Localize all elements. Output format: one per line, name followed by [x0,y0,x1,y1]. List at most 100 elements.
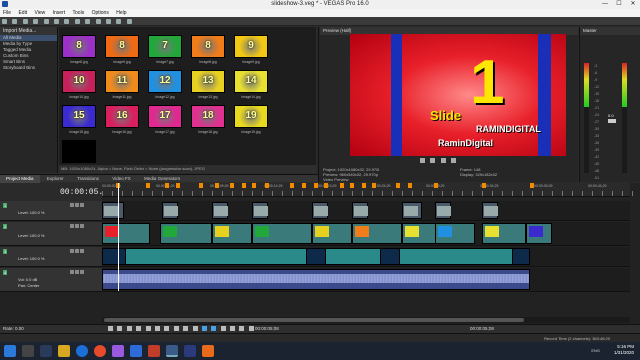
pause-icon[interactable] [430,158,436,163]
go-to-end-icon[interactable] [173,326,179,331]
track-level[interactable]: Level: 100.0 % [18,210,44,215]
new-project-icon[interactable] [2,19,7,24]
fx-icon[interactable] [80,203,84,207]
media-thumbnail[interactable]: 11 Image11.jpg [105,70,139,99]
record-icon[interactable] [108,326,113,331]
media-thumbnail[interactable]: 17 Image17.jpg [148,105,182,134]
video-preview-tab[interactable]: Video Preview [323,177,349,182]
timeline-clip[interactable] [352,223,402,244]
task-view-icon[interactable] [22,345,34,357]
minimize-button[interactable]: — [598,0,612,9]
solo-icon[interactable] [75,270,79,274]
timeline-clip[interactable] [312,202,328,219]
timeline-marker[interactable] [482,183,486,188]
mute-icon[interactable] [70,224,74,228]
chrome-icon[interactable] [94,345,106,357]
tab-transitions[interactable]: Transitions [71,175,105,183]
lock-envelopes-icon[interactable] [220,326,226,331]
playhead-cursor[interactable] [118,183,119,291]
timeline-marker[interactable] [252,183,256,188]
app-icon-2[interactable] [202,345,214,357]
tab-media-generators[interactable]: Media Generators [138,175,186,183]
mute-icon[interactable] [70,203,74,207]
media-thumbnail[interactable]: 19 Image19.jpg [234,105,268,134]
vegas-taskbar-icon[interactable] [166,345,178,357]
import-media-button[interactable]: Import Media... [0,27,57,35]
tab-video-fx[interactable]: Video FX [106,175,136,183]
stop-icon[interactable] [154,326,160,331]
split-icon[interactable] [230,326,236,331]
solo-icon[interactable] [75,249,79,253]
timeline-marker[interactable] [242,183,246,188]
envelope-tool-icon[interactable] [116,19,122,24]
timeline-clip[interactable] [526,223,552,244]
timeline-clip[interactable] [252,202,268,219]
undo-icon[interactable] [85,19,91,24]
track-header-3[interactable]: 3 Level: 100.0 % [0,247,102,267]
tab-explorer[interactable]: Explorer [41,175,70,183]
media-thumbnail[interactable]: 16 Image16.jpg [105,105,139,134]
open-icon[interactable] [12,19,18,24]
track-level[interactable]: Level: 100.0 % [18,233,44,238]
prev-frame-icon[interactable] [183,326,189,331]
mute-icon[interactable] [70,249,74,253]
scrollbar-thumb[interactable] [104,318,524,322]
play-icon[interactable] [136,326,142,331]
save-icon[interactable] [22,19,28,24]
solo-icon[interactable] [75,203,79,207]
track-lane-2[interactable] [102,222,630,246]
media-thumbnail[interactable]: 9 Image9.jpg [234,35,268,64]
timeline-clip[interactable] [380,248,400,265]
edge-icon[interactable] [76,345,88,357]
redo-icon[interactable] [95,19,101,24]
timeline-marker[interactable] [408,183,412,188]
track-header-1[interactable]: 1 Level: 100.0 % [0,201,102,221]
timeline-marker[interactable] [146,183,150,188]
timeline-clip[interactable] [512,248,530,265]
start-icon[interactable] [4,345,16,357]
media-thumbnail[interactable]: 8 Image8.jpg [191,35,225,64]
tab-project-media[interactable]: Project Media [0,175,40,183]
maximize-button[interactable]: ☐ [612,0,626,9]
track-volume[interactable]: Vol: 0.0 dB [18,277,37,282]
menu-help[interactable]: Help [113,9,129,17]
fx-icon[interactable] [80,249,84,253]
timeline-marker[interactable] [230,183,234,188]
timeline-marker[interactable] [530,183,534,188]
timeline-clip[interactable] [102,202,124,219]
timeline-clip[interactable] [252,223,312,244]
media-thumbnail[interactable]: 10 Image10.jpg [62,70,96,99]
timeline-clip[interactable] [160,223,212,244]
timeline-clip[interactable] [402,202,422,219]
copy-icon[interactable] [64,19,70,24]
menu-insert[interactable]: Insert [50,9,69,17]
media-thumbnail[interactable]: 8 Image9.jpg [105,35,139,64]
timeline-marker[interactable] [176,183,180,188]
play-icon[interactable] [420,158,425,163]
track-level[interactable]: Level: 100.0 % [18,256,44,261]
timeline-clip[interactable] [352,202,368,219]
media-thumbnail[interactable]: 8 Image8.jpg [62,35,96,64]
language-indicator[interactable]: ENG [591,348,600,353]
menu-options[interactable]: Options [89,9,112,17]
timeline-ruler[interactable]: 00:00:00;0000:00:04;2900:00:09;2900:00:1… [102,183,633,197]
loop-icon[interactable] [117,326,123,331]
next-frame-icon[interactable] [192,326,198,331]
after-effects-icon[interactable] [40,345,52,357]
bin-storyboard-bins[interactable]: Storyboard Bins [0,65,57,71]
track-header-2[interactable]: 2 Level: 100.0 % [0,222,102,246]
menu-view[interactable]: View [31,9,48,17]
timeline-clip[interactable] [162,202,178,219]
paste-icon[interactable] [74,19,80,24]
mute-icon[interactable] [70,270,74,274]
render-icon[interactable] [43,19,49,24]
stop-icon[interactable] [440,158,446,163]
timeline-clip[interactable] [312,223,352,244]
grid-icon[interactable] [451,158,457,163]
cut-icon[interactable] [53,19,59,24]
master-fader[interactable] [608,119,616,123]
selection-tool-icon[interactable] [126,19,132,24]
system-clock[interactable]: 5:16 PM 1/31/2020 [614,344,634,356]
edit-tool-icon[interactable] [105,19,111,24]
track-lane-1[interactable] [102,201,630,221]
